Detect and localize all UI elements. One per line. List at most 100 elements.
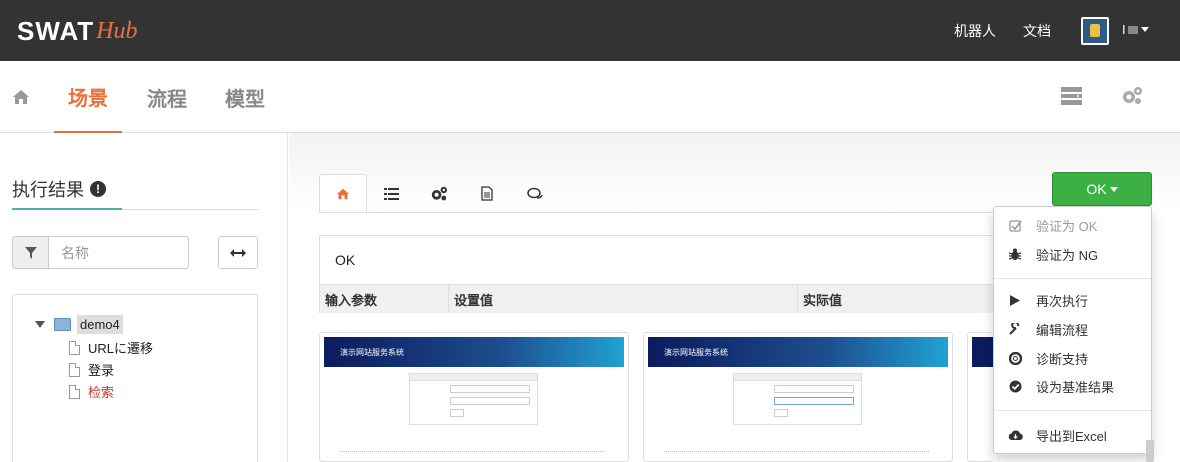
thumb-form-row: [450, 397, 530, 405]
thumb-form-bar: [410, 374, 537, 381]
tab-document[interactable]: [463, 174, 511, 213]
thumb-footer: [664, 451, 929, 453]
thumb-form-row: [450, 385, 530, 393]
thumb-form: [733, 373, 862, 425]
thumb-form-row: [774, 397, 854, 405]
thumb-header: 演示网站服务系统: [648, 337, 948, 367]
col-actual-value: 实际值: [803, 292, 843, 308]
check-square-icon: [994, 219, 1036, 232]
tab-settings[interactable]: [415, 174, 463, 213]
menu-item-label: 再次执行: [1036, 293, 1089, 309]
thumb-form: [409, 373, 538, 425]
server-icon[interactable]: [1061, 87, 1082, 110]
menu-item-label: 验证为 OK: [1036, 218, 1098, 234]
menu-item-label: 导出到Excel: [1036, 428, 1107, 444]
expand-width-button[interactable]: [218, 236, 258, 269]
menu-item-label: 编辑流程: [1036, 322, 1089, 338]
tree-node-step-failed[interactable]: 检索: [69, 382, 114, 401]
menu-item-verify-ok[interactable]: 验证为 OK: [994, 211, 1151, 239]
tab-scenarios[interactable]: 场景: [54, 61, 122, 133]
bug-icon: [994, 248, 1036, 261]
tree-step-label: 检索: [88, 385, 115, 400]
results-title-text: 执行结果: [12, 180, 84, 200]
tab-models[interactable]: 模型: [225, 61, 265, 133]
nav-robots[interactable]: 机器人: [954, 0, 996, 61]
user-name: I: [1122, 22, 1126, 37]
menu-item-label: 诊断支持: [1036, 351, 1089, 367]
tree-step-label: URLに遷移: [88, 341, 154, 356]
menu-divider: [994, 278, 1151, 279]
screenshot-thumbnail[interactable]: 演示网站服务系统: [319, 332, 629, 462]
nav-docs[interactable]: 文档: [1023, 0, 1051, 61]
arrows-h-icon: [230, 248, 246, 257]
thumb-form-bar: [734, 374, 861, 381]
screenshot-thumbnail[interactable]: [967, 332, 993, 462]
tree-node-step[interactable]: 登录: [69, 360, 114, 379]
file-icon: [69, 340, 80, 355]
home-icon: [13, 90, 29, 104]
tab-flows[interactable]: 流程: [147, 61, 187, 133]
home-nav-button[interactable]: [12, 61, 30, 133]
thumb-form-button: [450, 409, 464, 417]
cogs-icon: [431, 186, 447, 200]
filter-icon: [13, 237, 49, 268]
thumb-form-row: [774, 385, 854, 393]
chevron-down-icon: [1140, 27, 1149, 32]
file-icon: [69, 362, 80, 377]
cloud-download-icon: [994, 429, 1036, 441]
logo-hub-text: Hub: [96, 17, 138, 44]
menu-item-label: 验证为 NG: [1036, 247, 1099, 263]
thumb-footer: [340, 451, 605, 453]
logo-swat-text: SWAT: [17, 15, 95, 46]
menu-divider: [994, 410, 1151, 411]
results-sidebar: 执行结果 ! 名称 demo4 URLに遷移 登录 检索: [0, 133, 288, 462]
col-set-value: 设置值: [449, 285, 798, 313]
menu-item-label: 设为基准结果: [1036, 379, 1115, 395]
detail-tabs: [319, 174, 559, 213]
tab-comments[interactable]: [511, 174, 559, 213]
exclamation-circle-icon[interactable]: !: [90, 181, 106, 197]
menu-item-set-baseline[interactable]: 设为基准结果: [994, 372, 1151, 400]
play-icon: [994, 294, 1036, 306]
result-tree: demo4 URLに遷移 登录 检索: [12, 294, 258, 462]
screenshot-thumbnail[interactable]: 演示网站服务系统: [643, 332, 953, 462]
user-name-blur: [1127, 25, 1138, 34]
file-text-icon: [481, 186, 493, 201]
check-circle-icon: [994, 380, 1036, 393]
life-ring-icon: [994, 351, 1036, 365]
user-menu[interactable]: I: [1122, 22, 1149, 37]
menu-item-diagnostic-support[interactable]: 诊断支持: [994, 344, 1151, 372]
thumb-header-partial: [972, 337, 993, 367]
file-icon: [69, 384, 80, 399]
tree-root-label: demo4: [77, 315, 123, 334]
menu-item-export-excel[interactable]: 导出到Excel: [994, 421, 1151, 449]
thumb-form-button: [774, 409, 788, 417]
tree-node-step[interactable]: URLに遷移: [69, 338, 153, 357]
list-icon: [383, 187, 399, 200]
tab-list[interactable]: [367, 174, 415, 213]
menu-item-edit-flow[interactable]: 编辑流程: [994, 315, 1151, 343]
result-status-text: OK: [335, 252, 356, 268]
col-input-params: 输入参数: [320, 285, 449, 313]
sub-navbar: 场景 流程 模型: [0, 61, 1180, 133]
result-summary: OK 输入参数 设置值 实际值: [319, 235, 999, 313]
tab-home[interactable]: [319, 174, 367, 213]
filter-group: 名称: [12, 236, 189, 269]
ok-status-dropdown-button[interactable]: OK: [1052, 172, 1152, 206]
cogs-icon[interactable]: [1121, 86, 1143, 111]
params-table-header: 输入参数 设置值 实际值: [320, 284, 998, 313]
comments-icon: [526, 187, 543, 199]
thumb-header: 演示网站服务系统: [324, 337, 624, 367]
scrollbar-thumb[interactable]: [1146, 440, 1154, 462]
name-filter-input[interactable]: 名称: [49, 237, 188, 268]
avatar[interactable]: [1081, 17, 1109, 45]
chevron-down-icon: [1109, 186, 1118, 192]
tree-node-root[interactable]: demo4: [35, 315, 123, 334]
top-navbar: SWAT Hub 机器人 文档 I: [0, 0, 1180, 61]
caret-down-icon[interactable]: [35, 321, 45, 328]
menu-item-rerun[interactable]: 再次执行: [994, 286, 1151, 314]
swathub-logo[interactable]: SWAT Hub: [17, 14, 138, 48]
ok-button-label: OK: [1086, 181, 1107, 197]
home-icon: [337, 188, 349, 199]
menu-item-verify-ng[interactable]: 验证为 NG: [994, 240, 1151, 268]
